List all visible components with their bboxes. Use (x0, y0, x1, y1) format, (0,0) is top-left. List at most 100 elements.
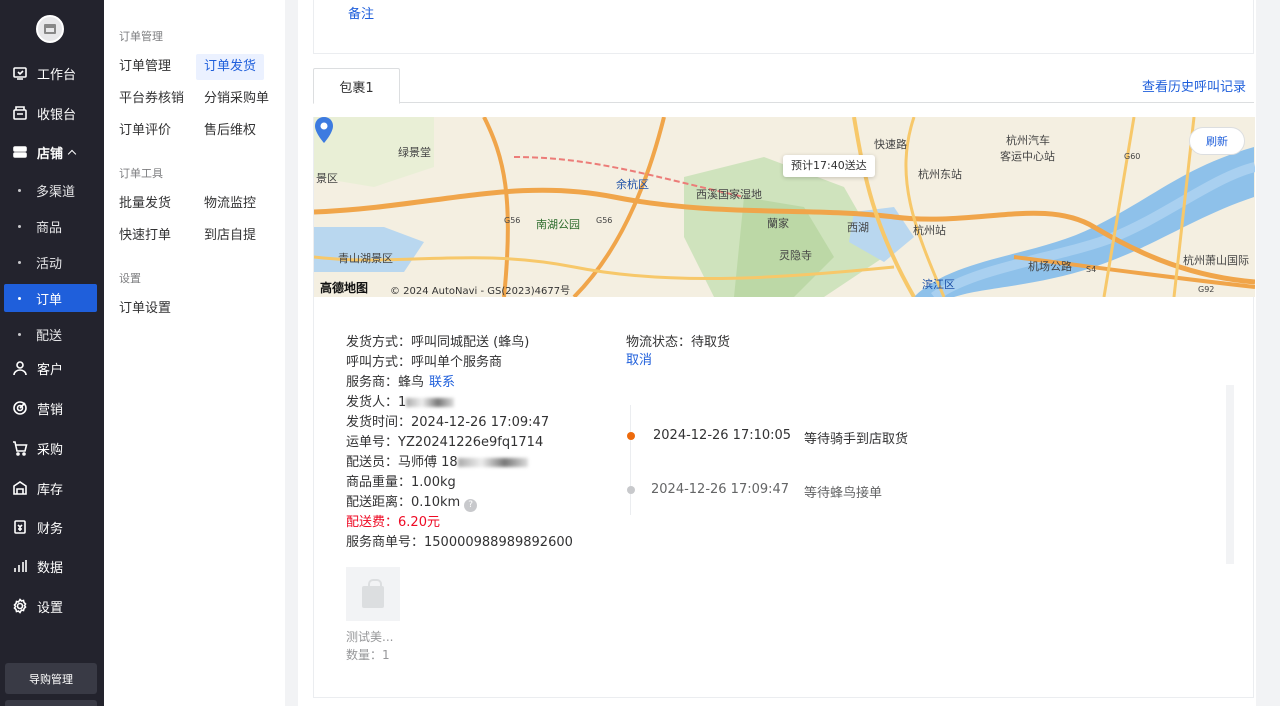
map-road-sign: G92 (1198, 285, 1215, 294)
submenu-group-title: 订单工具 (119, 167, 163, 180)
bullet-icon (18, 296, 21, 300)
delivery-map[interactable]: 绿景堂 景区 余杭区 西溪国家湿地 南湖公园 青山湖景区 灵隐寺 西湖 杭州东站… (314, 117, 1255, 297)
info-key: 服务商单号： (346, 535, 425, 550)
timeline-dot (627, 486, 635, 494)
sidebar-subitem-activity[interactable]: 活动 (4, 248, 97, 276)
sidebar-item-data[interactable]: 数据 (0, 552, 104, 580)
redacted-mask (457, 458, 528, 467)
chart-icon (12, 558, 28, 574)
timeline-text: 等待骑手到店取货 (804, 432, 909, 447)
distance-value: 0.10km (411, 495, 461, 510)
submenu-link-order-manage[interactable]: 订单管理 (111, 54, 179, 80)
workbench-icon (12, 65, 28, 81)
sidebar-subitem-delivery[interactable]: 配送 (4, 320, 97, 348)
courier-value: 马师傅 18 (398, 455, 458, 470)
bullet-icon (18, 224, 21, 228)
goods-thumbnail[interactable] (346, 567, 400, 621)
cart-icon (12, 440, 28, 456)
submenu-link-quick-print[interactable]: 快速打单 (111, 223, 179, 249)
remark-link[interactable]: 备注 (348, 3, 374, 22)
map-road-sign: G56 (596, 216, 613, 225)
provider-no-value: 150000988989892600 (424, 535, 573, 550)
timeline-dot-current (627, 432, 635, 440)
sidebar-bottom-button[interactable] (5, 700, 97, 706)
submenu-link-store-pickup[interactable]: 到店自提 (196, 223, 264, 249)
sidebar-label: 采购 (37, 442, 64, 458)
sidebar-label: 财务 (37, 521, 64, 537)
submenu-link-batch-ship[interactable]: 批量发货 (111, 191, 179, 217)
guide-management-button[interactable]: 导购管理 (5, 663, 97, 694)
bullet-icon (18, 332, 21, 336)
info-key: 发货时间： (346, 415, 412, 430)
contact-link[interactable]: 联系 (429, 375, 455, 390)
map-label: 滨江区 (922, 278, 955, 291)
map-label: 灵隐寺 (779, 249, 812, 262)
info-key: 发货方式： (346, 335, 412, 350)
inventory-icon (12, 480, 28, 496)
goods-quantity: 数量：1 (346, 648, 390, 662)
provider-value: 蜂鸟 (398, 375, 425, 390)
sidebar-sublabel: 订单 (36, 292, 63, 308)
main-sidebar: 工作台 收银台 店铺 多渠道 商品 活动 订单 配送 客户 营销 采购 库存 财… (0, 0, 104, 706)
sidebar-label: 数据 (37, 560, 64, 576)
sidebar-item-customer[interactable]: 客户 (0, 354, 104, 382)
submenu-link-order-ship[interactable]: 订单发货 (196, 54, 265, 80)
fee-row: 配送费：6.20元 (346, 511, 440, 530)
map-label: 杭州萧山国际 (1183, 254, 1249, 267)
map-label: 客运中心站 (1000, 150, 1055, 163)
courier-row: 配送员：马师傅 18 (346, 451, 528, 470)
cancel-delivery-link[interactable]: 取消 (626, 349, 652, 368)
sidebar-item-marketing[interactable]: 营销 (0, 394, 104, 422)
sidebar-sublabel: 商品 (36, 220, 63, 236)
submenu-group-title: 订单管理 (119, 30, 163, 43)
submenu-link-order-settings[interactable]: 订单设置 (111, 296, 179, 322)
sidebar-label: 库存 (37, 482, 64, 498)
remark-card: 备注 (313, 0, 1254, 54)
map-label: 蘭家 (767, 217, 789, 230)
order-detail-panel: 备注 包裹1 查看历史呼叫记录 绿景堂 景区 余杭区 西溪国家湿地 南湖公园 青… (298, 0, 1256, 706)
map-label: 西湖 (847, 221, 869, 234)
gear-icon (12, 598, 28, 614)
info-key: 服务商： (346, 375, 399, 390)
submenu-link-logistics-monitor[interactable]: 物流监控 (196, 191, 264, 217)
distance-row: 配送距离：0.10km? (346, 491, 478, 512)
map-label: 余杭区 (616, 178, 649, 191)
map-refresh-button[interactable]: 刷新 (1189, 127, 1245, 155)
timeline-scrollbar[interactable] (1226, 385, 1234, 564)
logistics-status: 物流状态：待取货 (626, 331, 730, 350)
sidebar-item-workbench[interactable]: 工作台 (0, 59, 104, 87)
sidebar-item-settings[interactable]: 设置 (0, 592, 104, 620)
info-key: 配送距离： (346, 495, 412, 510)
submenu-link-order-review[interactable]: 订单评价 (111, 118, 179, 144)
timeline-text: 等待蜂鸟接单 (804, 486, 883, 501)
ship-method-row: 发货方式：呼叫同城配送 (蜂鸟) (346, 331, 529, 350)
sidebar-label: 工作台 (37, 67, 77, 83)
sidebar-sublabel: 配送 (36, 328, 63, 344)
ship-method-value: 呼叫同城配送 (蜂鸟) (411, 335, 530, 350)
sidebar-item-purchase[interactable]: 采购 (0, 434, 104, 462)
location-pin-icon (315, 117, 333, 143)
help-icon[interactable]: ? (464, 499, 478, 512)
call-method-row: 呼叫方式：呼叫单个服务商 (346, 351, 502, 370)
sidebar-item-finance[interactable]: 财务 (0, 513, 104, 541)
submenu-link-distribution-order[interactable]: 分销采购单 (196, 86, 277, 112)
sidebar-item-store[interactable]: 店铺 (0, 138, 104, 166)
sidebar-item-inventory[interactable]: 库存 (0, 474, 104, 502)
sidebar-subitem-goods[interactable]: 商品 (4, 212, 97, 240)
marketing-icon (12, 400, 28, 416)
map-label: 杭州站 (913, 224, 946, 237)
sidebar-subitem-channels[interactable]: 多渠道 (4, 176, 97, 204)
call-history-link[interactable]: 查看历史呼叫记录 (1142, 76, 1246, 95)
submenu-link-coupon-verify[interactable]: 平台券核销 (111, 86, 192, 112)
sidebar-label: 客户 (37, 362, 64, 378)
map-label: 机场公路 (1028, 260, 1072, 273)
customer-icon (12, 360, 28, 376)
sidebar-item-cashier[interactable]: 收银台 (0, 99, 104, 127)
sidebar-subitem-orders[interactable]: 订单 (4, 284, 97, 312)
submenu-link-aftersale[interactable]: 售后维权 (196, 118, 264, 144)
tab-package-1[interactable]: 包裹1 (313, 68, 400, 104)
bullet-icon (18, 188, 21, 192)
map-background (314, 117, 1255, 297)
provider-no-row: 服务商单号：150000988989892600 (346, 531, 573, 550)
store-logo[interactable] (36, 15, 64, 43)
